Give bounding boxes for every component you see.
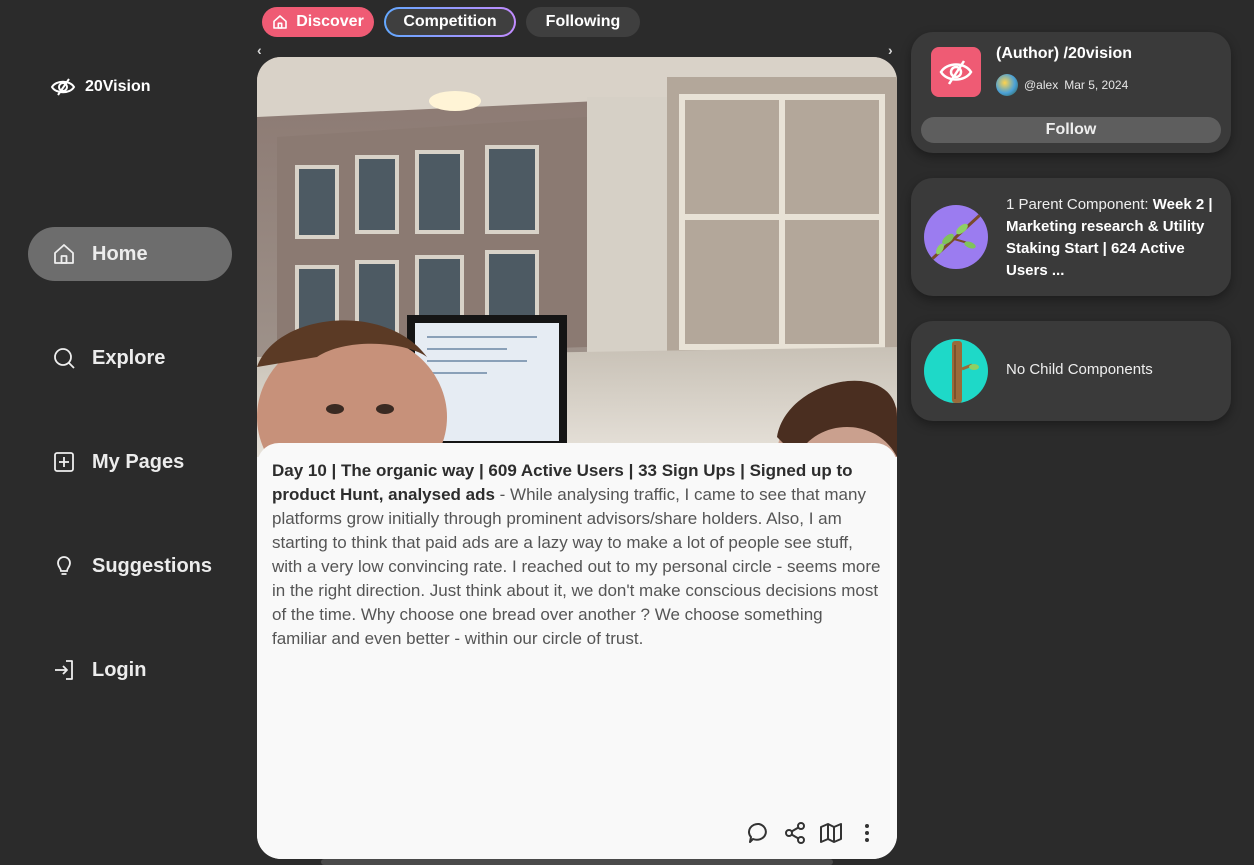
nav-home[interactable]: Home: [28, 227, 232, 281]
post-actions: [747, 821, 879, 845]
carousel-prev-button[interactable]: ‹: [257, 42, 262, 58]
tab-following-label: Following: [545, 13, 621, 30]
parent-component-card[interactable]: 1 Parent Component: Week 2 | Marketing r…: [911, 178, 1231, 296]
comment-icon[interactable]: [747, 821, 771, 845]
nav-explore-label: Explore: [92, 346, 166, 369]
nav-my-pages-label: My Pages: [92, 450, 185, 473]
post-content: While analysing traffic, I came to see t…: [272, 485, 881, 648]
branch-icon: [924, 205, 988, 269]
author-title[interactable]: (Author) /20vision: [996, 45, 1132, 63]
child-components-text: No Child Components: [1006, 361, 1153, 378]
login-icon: [55, 660, 73, 680]
nav-explore[interactable]: Explore: [28, 331, 232, 385]
stick-icon: [924, 339, 988, 403]
author-meta: @alex Mar 5, 2024: [996, 74, 1128, 96]
tab-discover-label: Discover: [296, 13, 364, 30]
child-components-card: No Child Components: [911, 321, 1231, 421]
follow-button[interactable]: Follow: [921, 117, 1221, 143]
eye-slash-icon: [939, 60, 973, 85]
plus-square-icon: [54, 452, 74, 472]
post-body: Day 10 | The organic way | 609 Active Us…: [257, 443, 897, 859]
brand-logo[interactable]: 20Vision: [50, 76, 151, 98]
author-logo[interactable]: [931, 47, 981, 97]
more-options-icon[interactable]: [855, 821, 879, 845]
feed-scrollbar[interactable]: [321, 859, 833, 865]
map-icon[interactable]: [819, 821, 843, 845]
avatar[interactable]: [996, 74, 1018, 96]
tab-discover[interactable]: Discover: [262, 7, 374, 37]
home-icon: [273, 15, 288, 29]
share-icon[interactable]: [783, 821, 807, 845]
parent-component-prefix: 1 Parent Component:: [1006, 196, 1153, 213]
home-icon: [54, 244, 74, 264]
post-photo: [257, 57, 897, 457]
search-icon: [54, 348, 75, 369]
tab-following[interactable]: Following: [526, 7, 640, 37]
post-card[interactable]: Day 10 | The organic way | 609 Active Us…: [257, 57, 897, 859]
nav-suggestions[interactable]: Suggestions: [28, 539, 232, 593]
nav-home-label: Home: [92, 242, 148, 265]
nav-login-label: Login: [92, 658, 147, 681]
author-handle[interactable]: @alex: [1024, 78, 1058, 92]
tab-competition-label: Competition: [403, 13, 497, 30]
parent-component-text: 1 Parent Component: Week 2 | Marketing r…: [1006, 194, 1218, 282]
post-date: Mar 5, 2024: [1064, 78, 1129, 92]
app-root: 20Vision Home Explore My Pages Suggestio…: [0, 0, 1254, 865]
lightbulb-icon: [57, 556, 71, 575]
nav-suggestions-label: Suggestions: [92, 554, 213, 577]
carousel-next-button[interactable]: ›: [888, 42, 893, 58]
post-separator: -: [494, 485, 511, 504]
post-text: Day 10 | The organic way | 609 Active Us…: [272, 459, 882, 651]
tab-competition[interactable]: Competition: [384, 7, 516, 37]
feed-tabs: Discover Competition Following: [262, 7, 640, 37]
brand-name: 20Vision: [85, 78, 151, 95]
nav-my-pages[interactable]: My Pages: [28, 435, 232, 489]
nav-login[interactable]: Login: [28, 643, 232, 697]
eye-slash-icon: [50, 78, 76, 96]
author-card: (Author) /20vision @alex Mar 5, 2024 Fol…: [911, 32, 1231, 153]
